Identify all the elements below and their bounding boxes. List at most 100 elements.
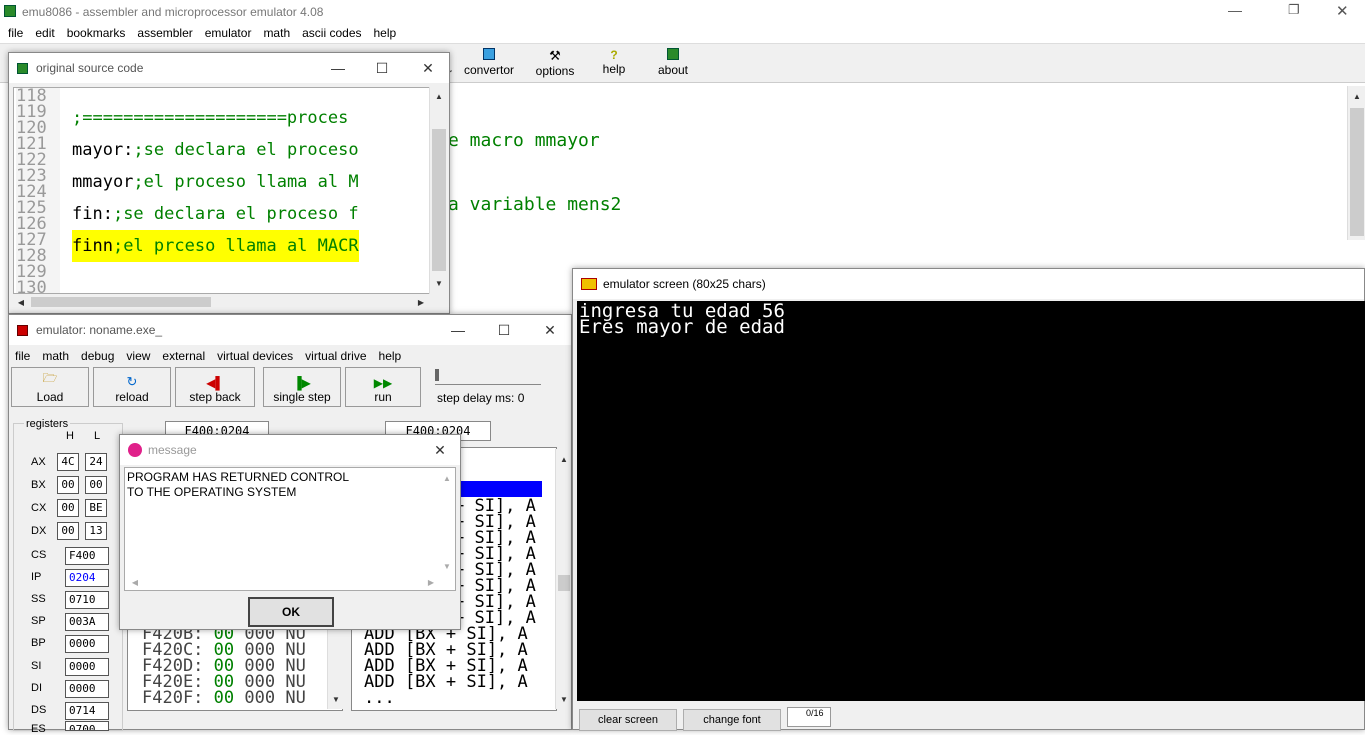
tools-icon: ⚒ bbox=[549, 48, 561, 63]
hscroll-thumb[interactable] bbox=[31, 297, 211, 307]
scroll-down-arrow-icon[interactable]: ▼ bbox=[439, 558, 455, 574]
app-menubar: file edit bookmarks assembler emulator m… bbox=[2, 26, 402, 42]
scroll-thumb[interactable] bbox=[432, 129, 446, 271]
reg-cx-low[interactable]: BE bbox=[85, 499, 107, 517]
step-back-button[interactable]: ◀▌ step back bbox=[175, 367, 255, 407]
source-code-area[interactable]: 118 119 120 121 122 123 124 125 126 127 128 129 130 … bbox=[13, 87, 435, 294]
code-line[interactable]: ;====================proces bbox=[72, 102, 434, 134]
scroll-down-arrow-icon[interactable]: ▼ bbox=[328, 691, 344, 707]
step-delay-slider[interactable] bbox=[435, 369, 541, 385]
scroll-right-arrow-icon[interactable]: ▶ bbox=[423, 574, 439, 590]
emu-menu-view[interactable]: view bbox=[120, 349, 156, 363]
reg-si-value[interactable]: 0000 bbox=[65, 658, 109, 676]
disasm-vscrollbar[interactable]: ▲ ▼ bbox=[555, 449, 571, 709]
scroll-up-arrow-icon[interactable]: ▲ bbox=[556, 451, 572, 467]
scroll-right-arrow-icon[interactable]: ▶ bbox=[413, 294, 429, 310]
memory-rows: F420B: 00 000 NU F420C: 00 000 NU F420D: 0… bbox=[142, 626, 306, 707]
reg-dx-high[interactable]: 00 bbox=[57, 522, 79, 540]
reg-cs-value[interactable]: F400 bbox=[65, 547, 109, 565]
minimize-icon[interactable]: — bbox=[435, 315, 481, 345]
change-font-button[interactable]: change font bbox=[683, 709, 781, 731]
maximize-icon[interactable]: ☐ bbox=[359, 53, 405, 83]
emu-menu-math[interactable]: math bbox=[36, 349, 75, 363]
memory-row[interactable]: F420F: 00 000 NU bbox=[142, 690, 306, 707]
reg-di-value[interactable]: 0000 bbox=[65, 680, 109, 698]
menu-math[interactable]: math bbox=[257, 26, 296, 42]
reload-label: reload bbox=[115, 390, 149, 404]
reg-sp-value[interactable]: 003A bbox=[65, 613, 109, 631]
scroll-up-arrow-icon[interactable]: ▲ bbox=[1349, 88, 1365, 104]
source-hscrollbar[interactable]: ◀ ▶ bbox=[13, 294, 429, 310]
clear-screen-button[interactable]: clear screen bbox=[579, 709, 677, 731]
message-titlebar: message ✕ bbox=[120, 435, 460, 465]
console-line-2: Eres mayor de edad bbox=[579, 316, 785, 338]
close-icon[interactable]: ✕ bbox=[405, 53, 451, 83]
scroll-up-arrow-icon[interactable]: ▲ bbox=[439, 470, 455, 486]
menu-file[interactable]: file bbox=[2, 26, 29, 42]
emu-menu-external[interactable]: external bbox=[156, 349, 211, 363]
emu-menu-file[interactable]: file bbox=[9, 349, 36, 363]
reg-ax-low[interactable]: 24 bbox=[85, 453, 107, 471]
code-comment: ;el prceso llama al MACR bbox=[112, 236, 359, 256]
message-text-area[interactable]: PROGRAM HAS RETURNED CONTROL TO THE OPER… bbox=[124, 467, 456, 591]
maximize-icon[interactable]: ☐ bbox=[481, 315, 527, 345]
code-line[interactable]: finn;el prceso llama al MACR bbox=[72, 230, 359, 262]
emu-menu-virtual-drive[interactable]: virtual drive bbox=[299, 349, 372, 363]
reload-button[interactable]: ↻ reload bbox=[93, 367, 171, 407]
minimize-icon[interactable]: — bbox=[315, 53, 361, 83]
menu-assembler[interactable]: assembler bbox=[131, 26, 198, 42]
message-dialog: message ✕ PROGRAM HAS RETURNED CONTROL T… bbox=[119, 434, 461, 630]
menu-help[interactable]: help bbox=[368, 26, 403, 42]
source-vscrollbar[interactable]: ▲ ▼ bbox=[429, 87, 447, 294]
code-comment: ;se declara el proceso bbox=[133, 140, 359, 160]
col-l-label: L bbox=[94, 430, 101, 442]
run-button[interactable]: ▶▶ run bbox=[345, 367, 421, 407]
close-icon[interactable]: ✕ bbox=[1336, 2, 1349, 20]
close-icon[interactable]: ✕ bbox=[420, 435, 460, 465]
menu-emulator[interactable]: emulator bbox=[199, 26, 258, 42]
scroll-down-arrow-icon[interactable]: ▼ bbox=[431, 275, 447, 291]
options-button[interactable]: ⚒ options bbox=[528, 48, 582, 82]
code-line[interactable]: mayor:;se declara el proceso bbox=[72, 134, 434, 166]
reg-bx-high[interactable]: 00 bbox=[57, 476, 79, 494]
minimize-icon[interactable]: — bbox=[1228, 2, 1242, 18]
scroll-down-arrow-icon[interactable]: ▼ bbox=[556, 691, 572, 707]
code-line[interactable]: fin:;se declara el proceso f bbox=[72, 198, 434, 230]
load-button[interactable]: 🗁 Load bbox=[11, 367, 89, 407]
scroll-thumb[interactable] bbox=[1350, 108, 1364, 236]
reg-label-cx: CX bbox=[31, 502, 47, 514]
editor-vscrollbar[interactable]: ▲ bbox=[1347, 86, 1365, 240]
scroll-left-arrow-icon[interactable]: ◀ bbox=[13, 294, 29, 310]
reg-cx-high[interactable]: 00 bbox=[57, 499, 79, 517]
menu-ascii-codes[interactable]: ascii codes bbox=[296, 26, 367, 42]
slider-thumb[interactable] bbox=[435, 369, 439, 381]
reg-bx-low[interactable]: 00 bbox=[85, 476, 107, 494]
menu-bookmarks[interactable]: bookmarks bbox=[61, 26, 132, 42]
restore-icon[interactable]: ❐ bbox=[1288, 2, 1300, 18]
disasm-row[interactable]: ... bbox=[364, 690, 536, 707]
reg-bp-value[interactable]: 0000 bbox=[65, 635, 109, 653]
menu-edit[interactable]: edit bbox=[29, 26, 60, 42]
help-button[interactable]: ? help bbox=[590, 48, 638, 82]
reg-ip-value[interactable]: 0204 bbox=[65, 569, 109, 587]
about-button[interactable]: about bbox=[648, 48, 698, 82]
scroll-thumb[interactable] bbox=[558, 575, 570, 591]
scroll-left-arrow-icon[interactable]: ◀ bbox=[127, 574, 143, 590]
reg-ax-high[interactable]: 4C bbox=[57, 453, 79, 471]
emu-menu-virtual-devices[interactable]: virtual devices bbox=[211, 349, 299, 363]
console-area[interactable]: ingresa tu edad 56 Eres mayor de edad bbox=[577, 301, 1365, 701]
single-step-button[interactable]: ▐▶ single step bbox=[263, 367, 341, 407]
convertor-button[interactable]: convertor bbox=[460, 48, 518, 82]
emu-menu-debug[interactable]: debug bbox=[75, 349, 120, 363]
emu-menu-help[interactable]: help bbox=[373, 349, 408, 363]
emulator-title: emulator: noname.exe_ bbox=[36, 323, 163, 337]
reg-ss-value[interactable]: 0710 bbox=[65, 591, 109, 609]
code-line[interactable]: mmayor;el proceso llama al M bbox=[72, 166, 434, 198]
ok-button[interactable]: OK bbox=[248, 597, 334, 627]
reg-dx-low[interactable]: 13 bbox=[85, 522, 107, 540]
code-comment: ;el proceso llama al M bbox=[133, 172, 359, 192]
reg-ds-value[interactable]: 0714 bbox=[65, 702, 109, 720]
scroll-up-arrow-icon[interactable]: ▲ bbox=[431, 88, 447, 104]
close-icon[interactable]: ✕ bbox=[527, 315, 573, 345]
editor-line-partial-1: e macro mmayor bbox=[448, 130, 600, 151]
